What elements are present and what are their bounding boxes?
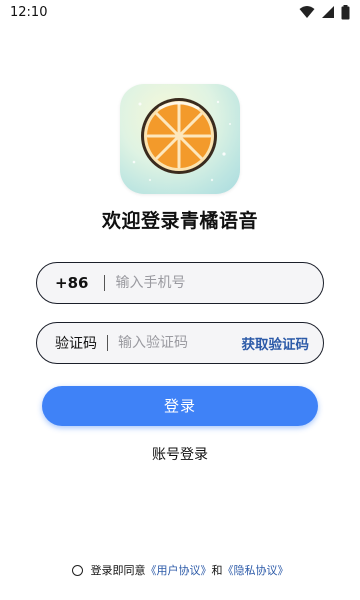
code-label: 验证码 [55,336,97,352]
status-icons [299,4,350,20]
field-divider [104,275,106,291]
agree-radio-button[interactable] [71,564,83,576]
agreement-conjunction: 和 [211,564,223,577]
status-bar: 12:10 [0,0,360,24]
agreement-prefix: 登录即同意 [90,564,146,577]
user-agreement-link[interactable]: 《用户协议》 [146,562,212,578]
get-code-button[interactable]: 获取验证码 [242,333,310,353]
agreement-row: 登录即同意 《用户协议》 和 《隐私协议》 [0,562,360,578]
app-logo [120,84,240,194]
login-button[interactable]: 登录 [42,386,318,426]
verification-code-field[interactable]: 验证码 获取验证码 [36,322,324,364]
orange-slice-icon [141,98,217,174]
status-time: 12:10 [10,4,48,20]
code-input[interactable] [118,335,236,351]
battery-icon [341,4,350,20]
wifi-icon [299,5,315,19]
welcome-title: 欢迎登录青橘语音 [101,210,258,232]
account-login-link[interactable]: 账号登录 [0,444,360,464]
phone-field[interactable]: +86 [36,262,324,304]
country-code[interactable]: +86 [55,274,88,292]
field-divider [107,335,108,351]
privacy-policy-link[interactable]: 《隐私协议》 [223,562,289,578]
login-screen: 12:10 欢迎登录青橘语音 +86 输入手机号 验证码 输入验证码 获取验证码… [0,0,360,600]
cellular-signal-icon [321,5,335,19]
phone-input[interactable] [115,275,309,291]
